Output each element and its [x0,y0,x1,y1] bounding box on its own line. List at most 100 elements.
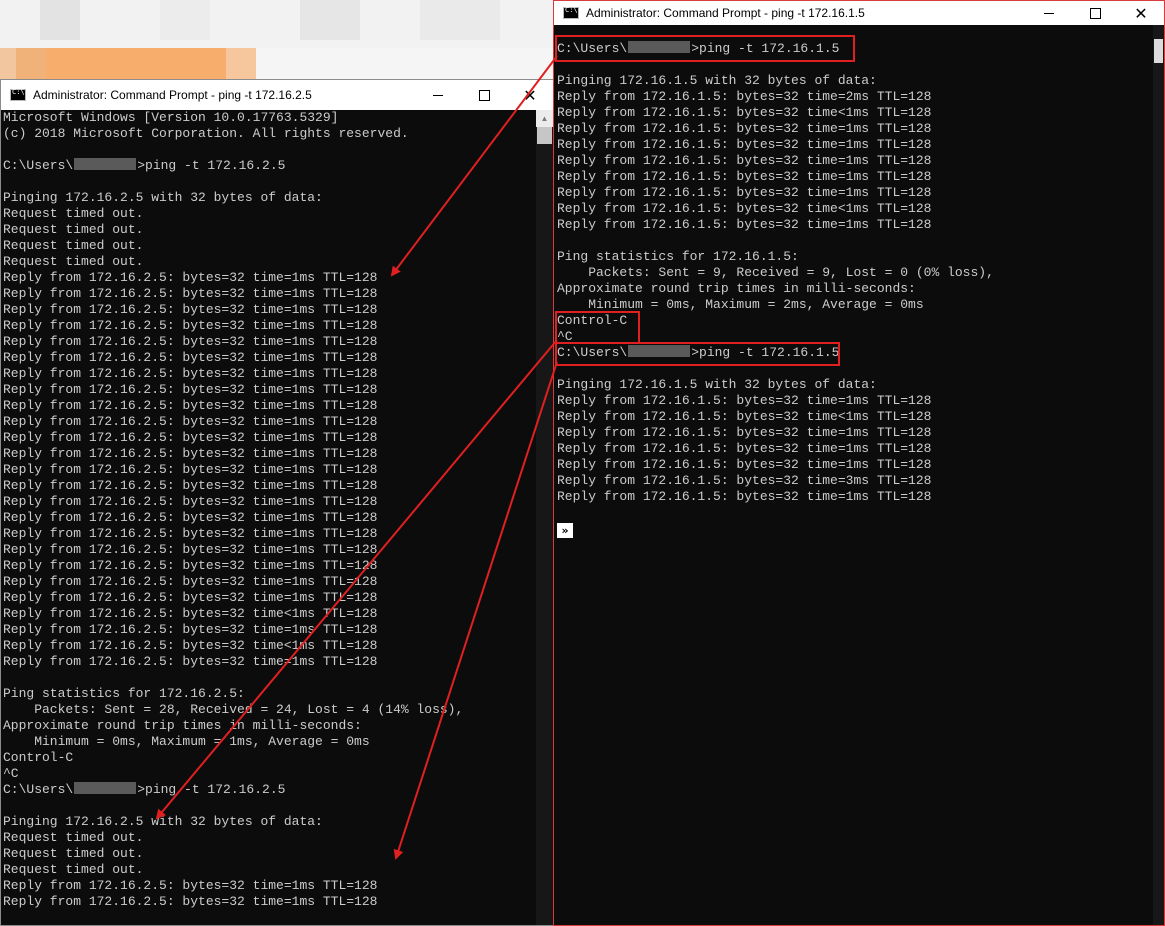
console-line: Reply from 172.16.2.5: bytes=32 time=1ms… [3,878,378,893]
background-window-blurred [0,0,556,80]
console-line: Reply from 172.16.2.5: bytes=32 time=1ms… [3,270,378,285]
console-line: Reply from 172.16.1.5: bytes=32 time=1ms… [557,441,932,456]
console-output-left[interactable]: Microsoft Windows [Version 10.0.17763.53… [3,110,535,925]
console-line: Request timed out. [3,846,144,861]
console-line: Reply from 172.16.2.5: bytes=32 time=1ms… [3,510,378,525]
console-line: Reply from 172.16.2.5: bytes=32 time=1ms… [3,430,378,445]
window-title-right: Administrator: Command Prompt - ping -t … [586,6,865,20]
console-line: Reply from 172.16.1.5: bytes=32 time=1ms… [557,457,932,472]
cmd-icon [10,88,26,101]
console-output-right[interactable]: C:\Users\ >ping -t 172.16.1.5 Pinging 172.… [557,25,1146,925]
console-line: Pinging 172.16.2.5 with 32 bytes of data… [3,190,323,205]
console-line: Reply from 172.16.2.5: bytes=32 time=1ms… [3,478,378,493]
console-line: Reply from 172.16.1.5: bytes=32 time=1ms… [557,489,932,504]
maximize-icon[interactable] [461,80,507,110]
maximize-icon[interactable] [1072,1,1118,25]
console-line: Reply from 172.16.1.5: bytes=32 time=1ms… [557,121,932,136]
console-line: Reply from 172.16.2.5: bytes=32 time=1ms… [3,350,378,365]
highlight-box-command [555,35,855,62]
console-line: Reply from 172.16.2.5: bytes=32 time=1ms… [3,574,378,589]
console-line: Reply from 172.16.1.5: bytes=32 time=1ms… [557,217,932,232]
minimize-icon[interactable] [415,80,461,110]
console-line: Request timed out. [3,206,144,221]
console-line: Pinging 172.16.2.5 with 32 bytes of data… [3,814,323,829]
console-line: Reply from 172.16.2.5: bytes=32 time=1ms… [3,414,378,429]
console-line: Reply from 172.16.2.5: bytes=32 time=1ms… [3,366,378,381]
console-line: Reply from 172.16.2.5: bytes=32 time=1ms… [3,302,378,317]
close-icon[interactable]: ✕ [507,80,553,110]
console-line: Reply from 172.16.2.5: bytes=32 time=1ms… [3,462,378,477]
console-line: Pinging 172.16.1.5 with 32 bytes of data… [557,73,877,88]
console-line: Approximate round trip times in milli-se… [557,281,916,296]
console-line: (c) 2018 Microsoft Corporation. All righ… [3,126,409,141]
mouse-cursor-icon: » [557,523,573,538]
console-line: Reply from 172.16.2.5: bytes=32 time<1ms… [3,638,378,653]
console-line: Control-C [3,750,74,765]
console-line: Reply from 172.16.2.5: bytes=32 time=1ms… [3,382,378,397]
console-line: Reply from 172.16.1.5: bytes=32 time<1ms… [557,105,932,120]
redacted-username [74,782,137,794]
highlight-box-control-c [555,311,640,344]
minimize-icon[interactable] [1026,1,1072,25]
console-line: Approximate round trip times in milli-se… [3,718,362,733]
console-line: Reply from 172.16.2.5: bytes=32 time=1ms… [3,494,378,509]
command-prompt-window-right[interactable]: Administrator: Command Prompt - ping -t … [553,0,1165,926]
console-line: Reply from 172.16.2.5: bytes=32 time=1ms… [3,334,378,349]
console-line: Control-C [557,313,628,328]
title-bar-right[interactable]: Administrator: Command Prompt - ping -t … [554,1,1164,25]
console-line: Reply from 172.16.1.5: bytes=32 time=1ms… [557,185,932,200]
console-line: Reply from 172.16.2.5: bytes=32 time=1ms… [3,542,378,557]
console-line: Reply from 172.16.2.5: bytes=32 time=1ms… [3,398,378,413]
console-line: Microsoft Windows [Version 10.0.17763.53… [3,110,339,125]
console-line: Ping statistics for 172.16.1.5: [557,249,799,264]
console-line: Request timed out. [3,830,144,845]
console-line: Reply from 172.16.2.5: bytes=32 time=1ms… [3,622,378,637]
console-line: Reply from 172.16.2.5: bytes=32 time=1ms… [3,318,378,333]
console-line: Reply from 172.16.2.5: bytes=32 time=1ms… [3,654,378,669]
console-line: Reply from 172.16.2.5: bytes=32 time=1ms… [3,446,378,461]
console-line: Reply from 172.16.1.5: bytes=32 time<1ms… [557,201,932,216]
console-line: Reply from 172.16.2.5: bytes=32 time=1ms… [3,590,378,605]
scrollbar-right[interactable] [1153,25,1164,925]
console-line: Reply from 172.16.1.5: bytes=32 time=1ms… [557,153,932,168]
redacted-username [74,158,137,170]
console-line: Reply from 172.16.2.5: bytes=32 time<1ms… [3,606,378,621]
console-line: Reply from 172.16.2.5: bytes=32 time=1ms… [3,894,378,909]
console-line: C:\Users\ >ping -t 172.16.2.5 [3,158,286,173]
console-line: Pinging 172.16.1.5 with 32 bytes of data… [557,377,877,392]
scrollbar-thumb[interactable] [537,127,552,144]
title-bar-left[interactable]: Administrator: Command Prompt - ping -t … [1,80,553,110]
close-icon[interactable]: ✕ [1118,1,1164,25]
console-line: Request timed out. [3,238,144,253]
console-line: Request timed out. [3,862,144,877]
highlight-box-command [555,342,840,366]
command-prompt-window-left[interactable]: Administrator: Command Prompt - ping -t … [0,79,554,926]
scrollbar-left[interactable]: ▲ [536,110,553,925]
console-line: Reply from 172.16.2.5: bytes=32 time=1ms… [3,558,378,573]
console-line: Minimum = 0ms, Maximum = 1ms, Average = … [3,734,370,749]
console-line: Ping statistics for 172.16.2.5: [3,686,245,701]
scrollbar-thumb[interactable] [1154,39,1163,63]
console-line: Reply from 172.16.1.5: bytes=32 time=1ms… [557,137,932,152]
console-line: Reply from 172.16.2.5: bytes=32 time=1ms… [3,526,378,541]
console-line: Reply from 172.16.1.5: bytes=32 time=2ms… [557,89,932,104]
window-title-left: Administrator: Command Prompt - ping -t … [33,88,312,102]
cmd-icon [563,6,579,19]
scroll-up-icon[interactable]: ▲ [536,110,553,127]
console-line: Reply from 172.16.1.5: bytes=32 time=1ms… [557,425,932,440]
console-line: Reply from 172.16.1.5: bytes=32 time=1ms… [557,169,932,184]
console-cursor-line: » [557,521,1146,538]
console-line: Minimum = 0ms, Maximum = 2ms, Average = … [557,297,924,312]
console-line: C:\Users\ >ping -t 172.16.2.5 [3,782,286,797]
console-line: ^C [3,766,19,781]
console-line: Request timed out. [3,254,144,269]
console-line: Packets: Sent = 9, Received = 9, Lost = … [557,265,994,280]
console-line: Reply from 172.16.1.5: bytes=32 time=3ms… [557,473,932,488]
